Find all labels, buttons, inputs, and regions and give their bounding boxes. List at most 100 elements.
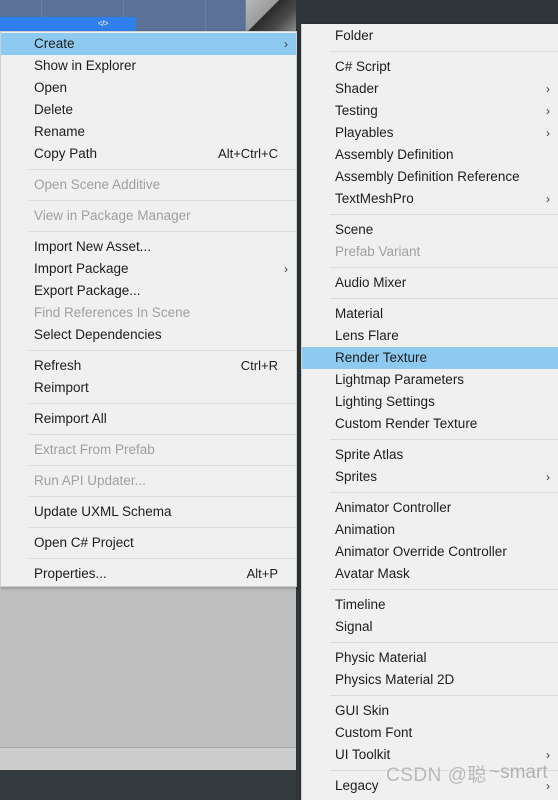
create-item-timeline[interactable]: Timeline	[302, 594, 558, 616]
chevron-right-icon: ›	[546, 192, 550, 206]
menu-item-delete[interactable]: Delete	[1, 99, 296, 121]
menu-item-label: Run API Updater...	[34, 473, 146, 488]
menu-item-properties[interactable]: Properties... Alt+P	[1, 563, 296, 585]
create-submenu[interactable]: Folder C# Script Shader › Testing › Playables ›…	[301, 24, 558, 800]
menu-item-extract-from-prefab: Extract From Prefab	[1, 439, 296, 461]
menu-item-label: Assembly Definition Reference	[335, 169, 520, 184]
menu-item-open[interactable]: Open	[1, 77, 296, 99]
menu-item-label: Refresh	[34, 358, 82, 373]
create-item-legacy[interactable]: Legacy ›	[302, 775, 558, 797]
chevron-right-icon: ›	[284, 262, 288, 276]
menu-item-label: Assembly Definition	[335, 147, 454, 162]
create-item-sprites[interactable]: Sprites ›	[302, 466, 558, 488]
menu-separator	[29, 465, 296, 466]
create-item-avatar-mask[interactable]: Avatar Mask	[302, 563, 558, 585]
menu-item-select-dependencies[interactable]: Select Dependencies	[1, 324, 296, 346]
create-item-textmeshpro[interactable]: TextMeshPro ›	[302, 188, 558, 210]
menu-item-label: Create	[34, 36, 75, 51]
menu-item-label: Playables	[335, 125, 394, 140]
create-item-animation[interactable]: Animation	[302, 519, 558, 541]
menu-item-import-new-asset[interactable]: Import New Asset...	[1, 236, 296, 258]
menu-item-label: Sprites	[335, 469, 378, 484]
menu-item-label: Lens Flare	[335, 328, 399, 343]
menu-item-show-in-explorer[interactable]: Show in Explorer	[1, 55, 296, 77]
create-item-lightmap-parameters[interactable]: Lightmap Parameters	[302, 369, 558, 391]
menu-item-label: Avatar Mask	[335, 566, 410, 581]
asset-thumbnail-preview[interactable]	[246, 0, 296, 32]
menu-item-label: Render Texture	[335, 350, 428, 365]
menu-separator	[29, 434, 296, 435]
project-browser-footer	[0, 747, 296, 770]
chevron-right-icon: ›	[546, 104, 550, 118]
create-item-material[interactable]: Material	[302, 303, 558, 325]
menu-item-export-package[interactable]: Export Package...	[1, 280, 296, 302]
menu-separator	[330, 214, 558, 215]
menu-item-find-references-in-scene: Find References In Scene	[1, 302, 296, 324]
menu-item-reimport-all[interactable]: Reimport All	[1, 408, 296, 430]
menu-item-open-scene-additive: Open Scene Additive	[1, 174, 296, 196]
menu-separator	[29, 350, 296, 351]
menu-item-rename[interactable]: Rename	[1, 121, 296, 143]
menu-separator	[330, 298, 558, 299]
menu-item-label: Animation	[335, 522, 396, 537]
chevron-right-icon: ›	[546, 82, 550, 96]
create-item-prefab-variant: Prefab Variant	[302, 241, 558, 263]
create-item-audio-mixer[interactable]: Audio Mixer	[302, 272, 558, 294]
menu-item-label: Copy Path	[34, 146, 98, 161]
menu-item-label: Update UXML Schema	[34, 504, 172, 519]
create-item-playables[interactable]: Playables ›	[302, 122, 558, 144]
menu-item-copy-path[interactable]: Copy Path Alt+Ctrl+C	[1, 143, 296, 165]
menu-item-refresh[interactable]: Refresh Ctrl+R	[1, 355, 296, 377]
create-item-render-texture[interactable]: Render Texture	[302, 347, 558, 369]
create-item-sprite-atlas[interactable]: Sprite Atlas	[302, 444, 558, 466]
create-item-animator-controller[interactable]: Animator Controller	[302, 497, 558, 519]
menu-item-import-package[interactable]: Import Package ›	[1, 258, 296, 280]
menu-item-view-in-package-manager: View in Package Manager	[1, 205, 296, 227]
create-item-gui-skin[interactable]: GUI Skin	[302, 700, 558, 722]
menu-separator	[330, 267, 558, 268]
menu-item-open-c-project[interactable]: Open C# Project	[1, 532, 296, 554]
create-item-c-script[interactable]: C# Script	[302, 56, 558, 78]
menu-separator	[330, 642, 558, 643]
menu-separator	[330, 589, 558, 590]
menu-item-label: Timeline	[335, 597, 386, 612]
menu-separator	[29, 169, 296, 170]
create-item-lens-flare[interactable]: Lens Flare	[302, 325, 558, 347]
menu-item-reimport[interactable]: Reimport	[1, 377, 296, 399]
selected-asset-item[interactable]: </>	[0, 17, 136, 32]
asset-context-menu[interactable]: Create › Show in Explorer Open Delete Rename C…	[0, 24, 558, 800]
menu-item-label: Find References In Scene	[34, 305, 191, 320]
menu-item-label: Reimport All	[34, 411, 107, 426]
menu-separator	[29, 200, 296, 201]
menu-item-label: Reimport	[34, 380, 89, 395]
menu-separator	[330, 770, 558, 771]
menu-item-label: Audio Mixer	[335, 275, 407, 290]
menu-separator	[29, 558, 296, 559]
menu-item-label: Rename	[34, 124, 86, 139]
menu-item-label: Custom Render Texture	[335, 416, 478, 431]
create-item-custom-font[interactable]: Custom Font	[302, 722, 558, 744]
create-item-testing[interactable]: Testing ›	[302, 100, 558, 122]
menu-item-label: Custom Font	[335, 725, 413, 740]
create-item-signal[interactable]: Signal	[302, 616, 558, 638]
menu-item-label: Import Package	[34, 261, 129, 276]
menu-item-label: Lighting Settings	[335, 394, 435, 409]
create-item-lighting-settings[interactable]: Lighting Settings	[302, 391, 558, 413]
menu-item-update-uxml-schema[interactable]: Update UXML Schema	[1, 501, 296, 523]
create-item-scene[interactable]: Scene	[302, 219, 558, 241]
menu-item-create[interactable]: Create ›	[1, 33, 296, 55]
asset-grid-area[interactable]: </>	[0, 0, 296, 32]
menu-item-label: Open Scene Additive	[34, 177, 161, 192]
menu-separator	[330, 439, 558, 440]
create-item-physic-material[interactable]: Physic Material	[302, 647, 558, 669]
create-item-custom-render-texture[interactable]: Custom Render Texture	[302, 413, 558, 435]
create-item-animator-override-controller[interactable]: Animator Override Controller	[302, 541, 558, 563]
create-item-ui-toolkit[interactable]: UI Toolkit ›	[302, 744, 558, 766]
create-item-assembly-definition-reference[interactable]: Assembly Definition Reference	[302, 166, 558, 188]
menu-separator	[330, 492, 558, 493]
create-item-folder[interactable]: Folder	[302, 25, 558, 47]
menu-item-label: Signal	[335, 619, 373, 634]
create-item-physics-material-2d[interactable]: Physics Material 2D	[302, 669, 558, 691]
create-item-shader[interactable]: Shader ›	[302, 78, 558, 100]
create-item-assembly-definition[interactable]: Assembly Definition	[302, 144, 558, 166]
